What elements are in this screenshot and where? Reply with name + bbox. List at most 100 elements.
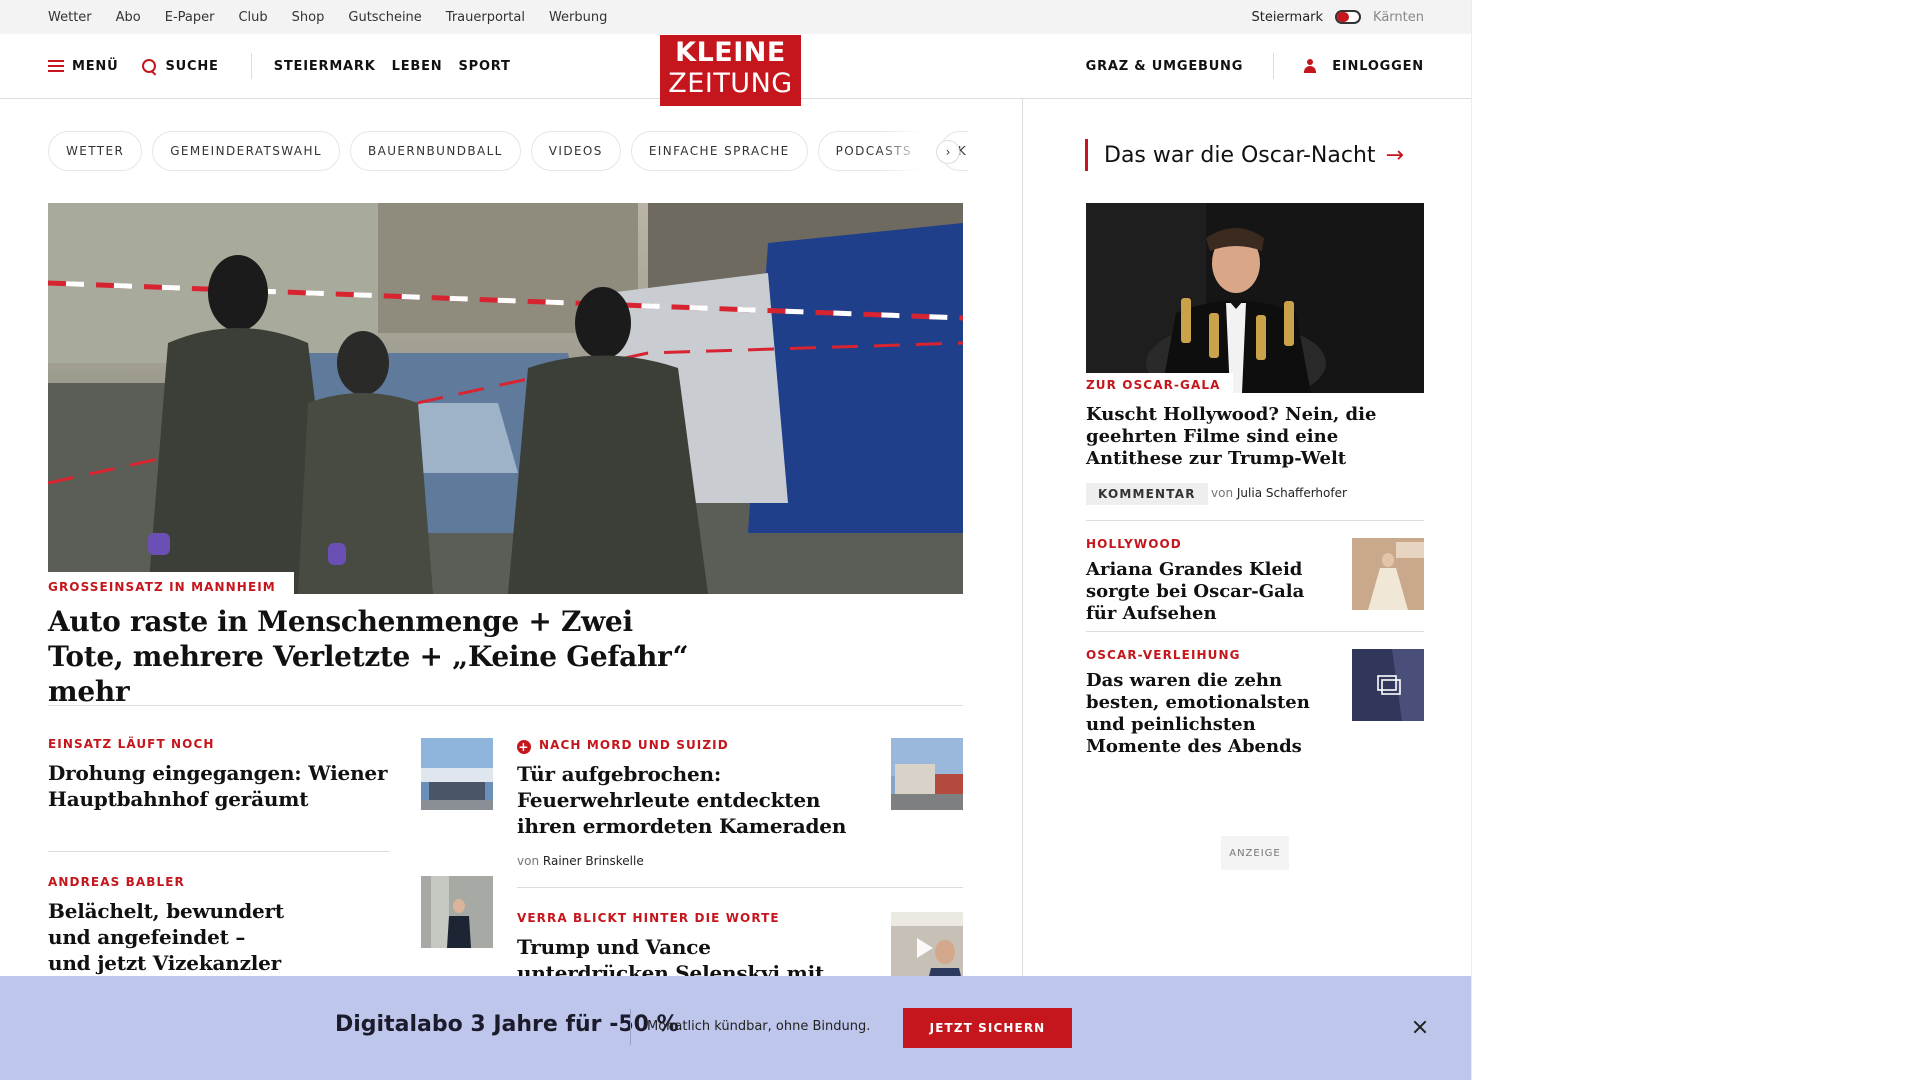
babler-photo <box>421 876 493 948</box>
oscar-lead-byline: von Julia Schafferhofer <box>1211 486 1347 500</box>
oscar-section-heading[interactable]: Das war die Oscar-Nacht → <box>1085 139 1404 171</box>
utility-link-epaper[interactable]: E-Paper <box>165 10 215 25</box>
hero-image[interactable] <box>48 203 963 594</box>
byline-author[interactable]: Julia Schafferhofer <box>1237 486 1347 500</box>
byline-prefix: von <box>1211 486 1234 500</box>
teaser-headline[interactable]: Tür aufgebrochen: Feuerwehrleute entdeck… <box>517 761 857 839</box>
oscar-moments-photo <box>1352 649 1424 721</box>
divider <box>1086 631 1424 632</box>
utility-bar: Wetter Abo E-Paper Club Shop Gutscheine … <box>0 0 1471 34</box>
byline-author[interactable]: Rainer Brinskelle <box>543 854 644 868</box>
pills-fade <box>880 131 940 171</box>
oscar-lead-image[interactable] <box>1086 203 1424 393</box>
column-divider <box>1022 99 1023 980</box>
hauptbahnhof-photo <box>421 738 493 810</box>
close-icon[interactable] <box>1408 1015 1432 1039</box>
pill-videos[interactable]: VIDEOS <box>530 131 621 171</box>
teaser-thumbnail[interactable] <box>421 876 493 948</box>
sidebar-item-kicker: OSCAR-VERLEIHUNG <box>1086 648 1241 662</box>
nav-steiermark[interactable]: STEIERMARK <box>274 59 376 74</box>
utility-link-club[interactable]: Club <box>238 10 267 25</box>
header-divider <box>250 53 252 79</box>
pill-bauernbundball[interactable]: BAUERNBUNDBALL <box>349 131 521 171</box>
kleine-zeitung-logo[interactable]: KLEINE ZEITUNG <box>660 35 801 106</box>
main-header: MENÜ SUCHE STEIERMARK LEBEN SPORT KLEINE… <box>0 34 1471 106</box>
teaser-byline: von Rainer Brinskelle <box>517 854 644 868</box>
oscar-lead-kicker: ZUR OSCAR-GALA <box>1086 373 1233 395</box>
logo-line-1: KLEINE <box>675 37 786 68</box>
plus-icon: + <box>517 740 531 754</box>
sidebar-thumbnail[interactable] <box>1352 538 1424 610</box>
utility-link-wetter[interactable]: Wetter <box>48 10 92 25</box>
nav-sport[interactable]: SPORT <box>458 59 510 74</box>
local-region-link[interactable]: GRAZ & UMGEBUNG <box>1086 59 1244 74</box>
search-label: SUCHE <box>165 58 219 74</box>
header-left: MENÜ SUCHE STEIERMARK LEBEN SPORT <box>48 34 511 98</box>
teaser-kicker: EINSATZ LÄUFT NOCH <box>48 737 215 751</box>
region-toggle[interactable] <box>1335 10 1362 24</box>
oscar-lead-headline[interactable]: Kuscht Hollywood? Nein, die geehrten Fil… <box>1086 404 1386 470</box>
arrow-right-icon: → <box>1385 142 1404 168</box>
byline-prefix: von <box>517 854 540 868</box>
teaser-thumbnail[interactable] <box>891 738 963 810</box>
comment-badge: KOMMENTAR <box>1086 483 1208 505</box>
ariana-photo <box>1352 538 1424 610</box>
search-icon <box>142 58 157 74</box>
region-kaernten[interactable]: Kärnten <box>1373 10 1424 25</box>
teaser-headline[interactable]: Belächelt, bewundert und angefeindet – u… <box>48 898 288 976</box>
utility-link-abo[interactable]: Abo <box>116 10 141 25</box>
pill-wetter[interactable]: WETTER <box>48 131 143 171</box>
hamburger-icon <box>48 60 64 72</box>
divider <box>1086 520 1424 521</box>
hero-kicker: GROSSEINSATZ IN MANNHEIM <box>48 572 294 598</box>
sidebar-item-headline[interactable]: Das waren die zehn besten, emotionalsten… <box>1086 670 1316 758</box>
teaser-kicker-text: NACH MORD UND SUIZID <box>539 738 729 752</box>
nav-leben[interactable]: LEBEN <box>392 59 443 74</box>
region-steiermark[interactable]: Steiermark <box>1251 10 1323 25</box>
header-divider-right <box>1273 53 1275 79</box>
oscar-photo <box>1086 203 1424 393</box>
section-nav: STEIERMARK LEBEN SPORT <box>274 59 511 74</box>
search-button[interactable]: SUCHE <box>142 58 219 74</box>
hero-photo <box>48 203 963 594</box>
login-button[interactable]: EINLOGGEN <box>1304 59 1424 74</box>
menu-button[interactable]: MENÜ <box>48 59 118 74</box>
sidebar-thumbnail[interactable] <box>1352 649 1424 721</box>
feuerwehr-photo <box>891 738 963 810</box>
utility-link-trauerportal[interactable]: Trauerportal <box>446 10 525 25</box>
sidebar-item-headline[interactable]: Ariana Grandes Kleid sorgte bei Oscar-Ga… <box>1086 559 1336 625</box>
hero-headline[interactable]: Auto raste in Menschenmenge + Zwei Tote,… <box>48 604 698 709</box>
user-icon <box>1304 59 1317 73</box>
teaser-thumbnail[interactable] <box>421 738 493 810</box>
promo-subtitle: Monatlich kündbar, ohne Bindung. <box>647 1019 871 1034</box>
teaser-kicker: VERRA BLICKT HINTER DIE WORTE <box>517 911 780 925</box>
utility-link-gutscheine[interactable]: Gutscheine <box>348 10 421 25</box>
utility-link-shop[interactable]: Shop <box>292 10 325 25</box>
verra-video-photo <box>891 912 963 984</box>
pill-einfache-sprache[interactable]: EINFACHE SPRACHE <box>630 131 808 171</box>
divider <box>517 887 963 888</box>
region-switch: Steiermark Kärnten <box>1251 0 1424 34</box>
utility-link-werbung[interactable]: Werbung <box>549 10 607 25</box>
oscar-section-title: Das war die Oscar-Nacht <box>1104 142 1376 168</box>
promo-cta-button[interactable]: JETZT SICHERN <box>903 1008 1072 1048</box>
logo-line-2: ZEITUNG <box>668 68 793 99</box>
teaser-kicker: + NACH MORD UND SUIZID <box>517 738 729 754</box>
page: Wetter Abo E-Paper Club Shop Gutscheine … <box>0 0 1472 1080</box>
divider <box>48 705 963 706</box>
promo-title: Digitalabo 3 Jahre für -50 % <box>335 1012 679 1037</box>
sidebar-item-kicker: HOLLYWOOD <box>1086 537 1182 551</box>
ad-label: ANZEIGE <box>1221 836 1289 870</box>
empty-viewport-area <box>1472 0 1920 1080</box>
pill-gemeinderatswahl[interactable]: GEMEINDERATSWAHL <box>152 131 340 171</box>
teaser-thumbnail[interactable] <box>891 912 963 984</box>
divider <box>48 851 390 852</box>
teaser-headline[interactable]: Drohung eingegangen: Wiener Hauptbahnhof… <box>48 760 388 812</box>
teaser-kicker: ANDREAS BABLER <box>48 875 185 889</box>
promo-divider <box>630 1009 631 1045</box>
topic-pills: WETTER GEMEINDERATSWAHL BAUERNBUNDBALL V… <box>48 131 968 171</box>
pills-next-button[interactable]: › <box>936 140 960 164</box>
header-right: GRAZ & UMGEBUNG EINLOGGEN <box>1086 34 1424 98</box>
login-label: EINLOGGEN <box>1332 58 1424 74</box>
region-toggle-fill <box>1337 12 1350 22</box>
